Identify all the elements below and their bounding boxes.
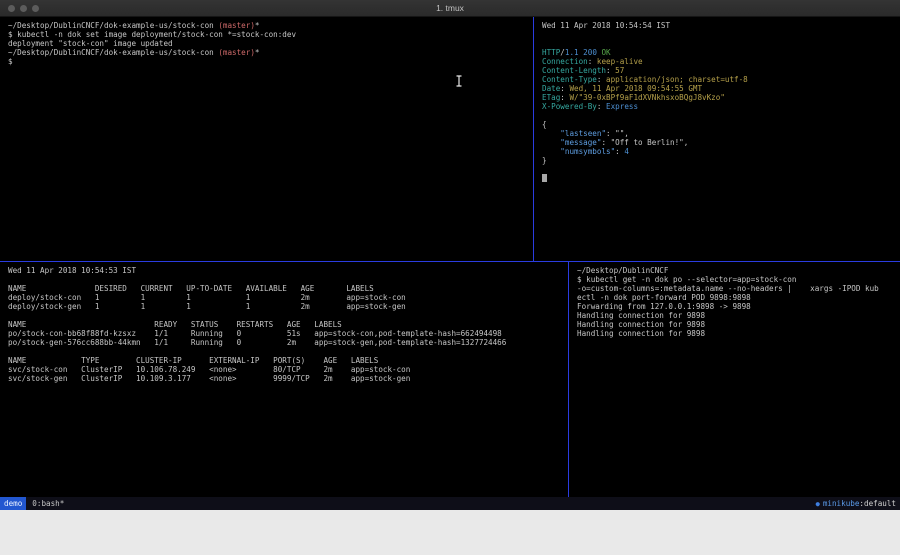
terminal-line [8, 347, 560, 356]
terminal-line: "numsymbols": 4 [542, 147, 892, 156]
terminal-line: deployment "stock-con" image updated [8, 39, 525, 48]
pane-shell-deploy[interactable]: ~/Desktop/DublinCNCF/dok-example-us/stoc… [0, 17, 533, 261]
terminal-line: Connection: keep-alive [542, 57, 892, 66]
terminal-line: svc/stock-con ClusterIP 10.106.78.249 <n… [8, 365, 560, 374]
terminal-line: Forwarding from 127.0.0.1:9898 -> 9898 [577, 302, 892, 311]
terminal-line [8, 275, 560, 284]
terminal-line: svc/stock-gen ClusterIP 10.109.3.177 <no… [8, 374, 560, 383]
terminal-line: "message": "Off to Berlin!", [542, 138, 892, 147]
terminal-line: $ [8, 57, 525, 66]
terminal-line: HTTP/1.1 200 OK [542, 48, 892, 57]
terminal-line: Handling connection for 9898 [577, 311, 892, 320]
desktop-background [0, 510, 900, 555]
terminal-line: { [542, 120, 892, 129]
terminal-line: ~/Desktop/DublinCNCF/dok-example-us/stoc… [8, 21, 525, 30]
terminal-line [542, 111, 892, 120]
kube-context-name: minikube [823, 499, 860, 508]
tmux-session-name[interactable]: demo [0, 497, 26, 510]
terminal-line: NAME TYPE CLUSTER-IP EXTERNAL-IP PORT(S)… [8, 356, 560, 365]
terminal-line [542, 174, 892, 183]
pane-http-response[interactable]: Wed 11 Apr 2018 10:54:54 IST HTTP/1.1 200… [534, 17, 900, 261]
terminal-line: $ kubectl get -n dok po --selector=app=s… [577, 275, 892, 284]
terminal-line: NAME READY STATUS RESTARTS AGE LABELS [8, 320, 560, 329]
terminal-line: Wed 11 Apr 2018 10:54:53 IST [8, 266, 560, 275]
terminal-line: ~/Desktop/DublinCNCF [577, 266, 892, 275]
terminal-line: ETag: W/"39-0xBPf9aF1dXVNkhsxoBQgJ8vKzo" [542, 93, 892, 102]
terminal-line [8, 311, 560, 320]
terminal-line: Handling connection for 9898 [577, 329, 892, 338]
terminal-line: $ kubectl -n dok set image deployment/st… [8, 30, 525, 39]
mouse-text-cursor [455, 75, 463, 87]
kube-context-icon: ● [816, 500, 820, 508]
terminal-line: ~/Desktop/DublinCNCF/dok-example-us/stoc… [8, 48, 525, 57]
tmux-window-label[interactable]: 0:bash* [32, 499, 64, 508]
terminal-line: NAME DESIRED CURRENT UP-TO-DATE AVAILABL… [8, 284, 560, 293]
terminal-line: -o=custom-columns=:metadata.name --no-he… [577, 284, 892, 293]
screen: 1. tmux ~/Desktop/DublinCNCF/dok-example… [0, 0, 900, 555]
tmux-status-bar: demo 0:bash* ●minikube:default [0, 497, 900, 510]
terminal-line: Date: Wed, 11 Apr 2018 09:54:55 GMT [542, 84, 892, 93]
terminal-cursor [542, 174, 547, 182]
terminal-line: Content-Type: application/json; charset=… [542, 75, 892, 84]
kube-context-namespace: :default [859, 499, 896, 508]
tmux-terminal: ~/Desktop/DublinCNCF/dok-example-us/stoc… [0, 17, 900, 510]
terminal-line: Content-Length: 57 [542, 66, 892, 75]
terminal-line [542, 30, 892, 39]
kube-context: ●minikube:default [816, 499, 896, 508]
window-titlebar: 1. tmux [0, 0, 900, 17]
terminal-line: X-Powered-By: Express [542, 102, 892, 111]
pane-port-forward[interactable]: ~/Desktop/DublinCNCF$ kubectl get -n dok… [569, 262, 900, 497]
pane-kubectl-get[interactable]: Wed 11 Apr 2018 10:54:53 IST NAME DESIRED… [0, 262, 568, 497]
terminal-line: "lastseen": "", [542, 129, 892, 138]
terminal-line: Wed 11 Apr 2018 10:54:54 IST [542, 21, 892, 30]
terminal-line [542, 39, 892, 48]
terminal-line [542, 165, 892, 174]
terminal-line: deploy/stock-con 1 1 1 1 2m app=stock-co… [8, 293, 560, 302]
window-title: 1. tmux [0, 3, 900, 13]
terminal-line: Handling connection for 9898 [577, 320, 892, 329]
terminal-line: po/stock-con-bb68f88fd-kzsxz 1/1 Running… [8, 329, 560, 338]
terminal-line: po/stock-gen-576cc688bb-44kmn 1/1 Runnin… [8, 338, 560, 347]
terminal-line: ectl -n dok port-forward POD 9898:9898 [577, 293, 892, 302]
terminal-line: } [542, 156, 892, 165]
terminal-line: deploy/stock-gen 1 1 1 1 2m app=stock-ge… [8, 302, 560, 311]
